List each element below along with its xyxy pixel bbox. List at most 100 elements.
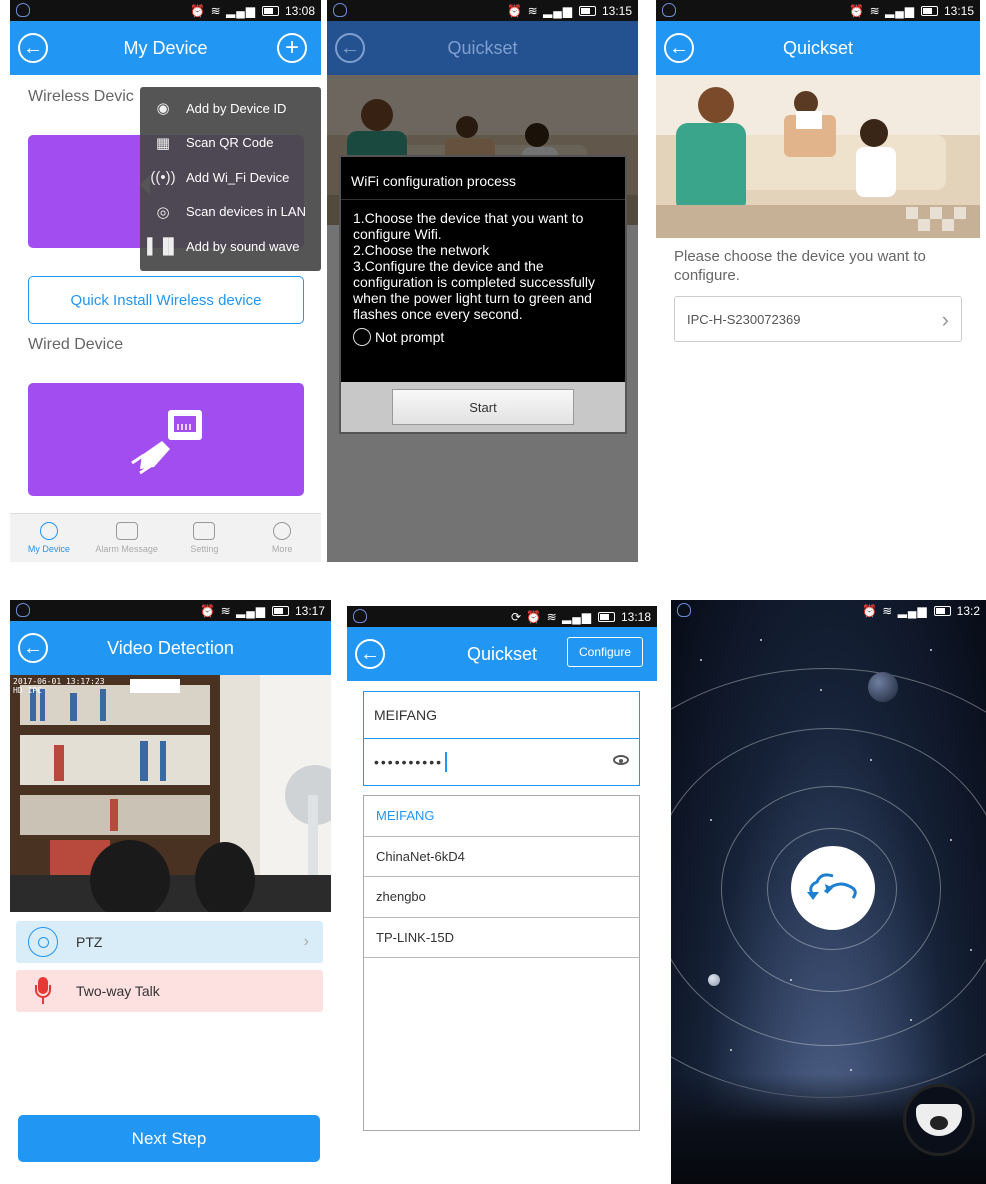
page-title: Quickset (466, 643, 538, 664)
two-way-talk-row[interactable]: Two-way Talk (16, 970, 323, 1012)
page-title: Quickset (447, 37, 518, 58)
step-3: 3.Configure the device and the configura… (353, 258, 596, 322)
nav-setting[interactable]: Setting (166, 514, 244, 562)
back-arrow-icon[interactable]: ← (664, 33, 694, 63)
ptz-row[interactable]: PTZ › (16, 921, 323, 963)
wired-device-card[interactable] (28, 383, 304, 496)
dialog-footer: Start (341, 382, 625, 432)
app-bar: ← Quickset (656, 21, 980, 75)
add-device-button[interactable]: + (277, 33, 307, 63)
signal-icons: ⏰ ≋ ▂▄▆ (200, 603, 266, 618)
ssid-field[interactable]: MEIFANG (364, 692, 639, 739)
quick-install-button[interactable]: Quick Install Wireless device (28, 276, 304, 324)
status-bar: ⏰ ≋ ▂▄▆ 13:08 (10, 0, 321, 21)
ptz-icon (28, 927, 58, 957)
status-time: 13:18 (620, 609, 651, 624)
add-device-menu: ◉ Add by Device ID ▦ Scan QR Code ((•)) … (140, 87, 321, 271)
nav-alarm-message[interactable]: Alarm Message (88, 514, 166, 562)
app-bar: ← Video Detection (10, 621, 331, 675)
radar-icon: ◎ (156, 203, 170, 221)
qr-code-icon: ▦ (155, 134, 171, 152)
password-mask: •••••••••• (374, 754, 444, 770)
notification-icon (333, 3, 347, 17)
password-field[interactable]: •••••••••• (364, 739, 639, 785)
dome-camera-icon (916, 1104, 962, 1136)
wifi-network-item[interactable]: TP-LINK-15D (364, 918, 639, 958)
wifi-config-dialog: WiFi configuration process 1.Choose the … (339, 155, 627, 434)
wifi-network-item[interactable]: zhengbo (364, 877, 639, 918)
moon-icon (708, 974, 720, 986)
video-detection-screen: ⏰ ≋ ▂▄▆ 13:17 ← Video Detection 2017-06-… (10, 600, 331, 1184)
notification-icon (16, 3, 30, 17)
step-2: 2.Choose the network (353, 242, 490, 258)
step-1: 1.Choose the device that you want to con… (353, 210, 584, 242)
app-bar: ← My Device + (10, 21, 321, 75)
menu-item-scan-qr[interactable]: ▦ Scan QR Code (140, 126, 321, 161)
channel-text: HD IPC (13, 686, 42, 695)
configure-button[interactable]: Configure (567, 637, 643, 667)
app-bar: ← Quickset (327, 21, 638, 75)
back-arrow-icon[interactable]: ← (18, 633, 48, 663)
signal-icons: ⟳ ⏰ ≋ ▂▄▆ (510, 609, 592, 624)
talk-label: Two-way Talk (76, 983, 160, 999)
wifi-network-item[interactable]: MEIFANG (364, 796, 639, 837)
menu-item-label: Add by sound wave (186, 238, 300, 254)
ethernet-plug-icon (131, 410, 202, 475)
wifi-network-list: MEIFANG ChinaNet-6kD4 zhengbo TP-LINK-15… (363, 795, 640, 1131)
webcam-icon: ◉ (156, 100, 170, 118)
dialog-title: WiFi configuration process (341, 157, 625, 200)
signal-icons: ⏰ ≋ ▂▄▆ (849, 3, 915, 18)
text-cursor (445, 752, 447, 772)
sound-wave-icon: ▌▐▌ (147, 237, 179, 255)
status-time: 13:08 (284, 3, 315, 18)
status-time: 13:15 (601, 3, 632, 18)
dome-camera-button[interactable] (903, 1084, 975, 1156)
planet-icon (868, 672, 898, 702)
wired-device-label: Wired Device (28, 336, 124, 353)
signal-icons: ⏰ ≋ ▂▄▆ (190, 3, 256, 18)
video-preview[interactable]: 2017-06-01 13:17:23 HD IPC (10, 675, 331, 920)
page-title: Quickset (782, 37, 854, 58)
app-bar: ← Quickset Configure (347, 627, 657, 681)
quickset-dialog-screen: ⏰ ≋ ▂▄▆ 13:15 ← Quickset WiFi configurat… (327, 0, 638, 562)
menu-item-label: Add Wi_Fi Device (186, 169, 290, 185)
battery-icon (920, 5, 938, 16)
back-arrow-icon[interactable]: ← (355, 639, 385, 669)
battery-icon (578, 5, 596, 16)
timestamp-text: 2017-06-01 13:17:23 (13, 677, 105, 686)
status-bar: ⏰ ≋ ▂▄▆ 13:15 (656, 0, 980, 21)
settings-icon (193, 522, 216, 540)
cloud-logo-icon (791, 846, 875, 930)
message-icon (115, 522, 138, 540)
eye-icon[interactable] (613, 755, 629, 765)
not-prompt-option[interactable]: Not prompt (341, 322, 625, 346)
device-id: IPC-H-S230072369 (687, 311, 801, 327)
battery-icon (597, 611, 615, 622)
radio-icon[interactable] (353, 328, 371, 346)
status-bar: ⏰ ≋ ▂▄▆ 13:17 (10, 600, 331, 621)
page-title: Video Detection (107, 637, 234, 658)
back-arrow-icon[interactable]: ← (335, 33, 365, 63)
status-bar: ⏰ ≋ ▂▄▆ 13:15 (327, 0, 638, 21)
battery-icon (261, 5, 279, 16)
nav-my-device[interactable]: My Device (10, 514, 88, 562)
start-button[interactable]: Start (392, 389, 574, 425)
next-step-button[interactable]: Next Step (18, 1115, 320, 1162)
chevron-right-icon: › (941, 307, 949, 332)
wifi-signal-icon: ((•)) (150, 168, 176, 186)
device-selector[interactable]: IPC-H-S230072369 › (674, 296, 962, 342)
my-device-screen: ⏰ ≋ ▂▄▆ 13:08 ← My Device + Wireless Dev… (10, 0, 321, 562)
notification-icon (353, 609, 367, 623)
nav-more[interactable]: More (243, 514, 321, 562)
menu-item-scan-lan[interactable]: ◎ Scan devices in LAN (140, 195, 321, 230)
video-timestamp: 2017-06-01 13:17:23 HD IPC (13, 677, 105, 695)
status-time: 13:15 (943, 3, 974, 18)
menu-item-sound-wave[interactable]: ▌▐▌ Add by sound wave (140, 229, 321, 264)
menu-item-add-by-id[interactable]: ◉ Add by Device ID (140, 91, 321, 126)
notification-icon (16, 603, 30, 617)
family-photo (656, 75, 980, 238)
dialog-body: 1.Choose the device that you want to con… (341, 200, 625, 322)
back-arrow-icon[interactable]: ← (18, 33, 48, 63)
menu-item-add-wifi[interactable]: ((•)) Add Wi_Fi Device (140, 160, 321, 195)
wifi-network-item[interactable]: ChinaNet-6kD4 (364, 837, 639, 877)
